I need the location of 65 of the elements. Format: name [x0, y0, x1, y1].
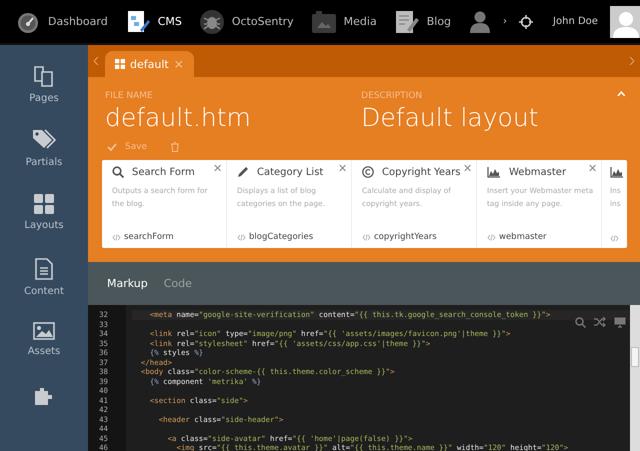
search-icon[interactable] [575, 317, 586, 328]
crosshair-icon[interactable] [519, 14, 534, 28]
sidebar-item[interactable]: Layouts [0, 194, 88, 258]
camera-icon [312, 10, 336, 32]
editor-tab[interactable]: Markup [107, 277, 148, 290]
file-tab[interactable]: default × [105, 51, 194, 77]
area-chart-icon [487, 166, 501, 178]
chevron-icon[interactable]: › [503, 16, 508, 27]
editor-tab[interactable]: Code [164, 277, 192, 290]
nav-item[interactable]: OctoSentry [200, 10, 294, 34]
component-alias: webmaster [499, 232, 547, 242]
description-field[interactable]: Default layout [361, 103, 618, 132]
sidebar-item[interactable]: Content [0, 258, 88, 322]
bug-icon [200, 10, 224, 34]
code-icon [237, 234, 246, 240]
component-alias: searchForm [124, 232, 174, 242]
scrollbar[interactable] [630, 305, 640, 451]
component-title: Search Form [132, 166, 195, 178]
document-pencil-icon [126, 10, 150, 34]
user-name[interactable]: John Doe [553, 16, 598, 27]
collapse-icon[interactable] [617, 91, 626, 97]
tag-icon [32, 129, 56, 152]
field-label: DESCRIPTION [361, 91, 424, 101]
area-chart-icon [610, 166, 624, 178]
sidebar-item[interactable]: Partials [0, 129, 88, 194]
user-icon[interactable] [469, 10, 492, 32]
component-title: Webmaster [509, 166, 566, 178]
nav-item[interactable]: CMS [126, 10, 182, 34]
check-icon [107, 143, 117, 151]
nav-item[interactable]: Dashboard [16, 10, 108, 32]
gauge-icon [16, 10, 40, 32]
copyright-icon [362, 166, 374, 178]
notepad-pencil-icon [394, 10, 419, 34]
file-name-field[interactable]: default.htm [105, 103, 362, 132]
sidebar-item[interactable]: Assets [0, 322, 88, 387]
code-icon [487, 234, 496, 240]
pages-icon [33, 65, 55, 87]
component-alias: copyrightYears [374, 232, 437, 242]
image-icon [33, 322, 55, 340]
field-label: FILE NAME [105, 91, 154, 101]
nav-item[interactable]: Media [312, 10, 377, 32]
shuffle-icon[interactable] [594, 317, 606, 327]
monitor-icon[interactable] [614, 317, 626, 328]
code-icon [362, 234, 371, 240]
component-alias: blogCategories [249, 232, 314, 242]
close-button[interactable]: ✕ [463, 162, 472, 175]
component-title: Category List [257, 166, 324, 178]
puzzle-icon [34, 386, 54, 405]
avatar[interactable] [610, 6, 640, 38]
left-chevron-icon[interactable] [94, 57, 99, 65]
close-button[interactable]: ✕ [588, 162, 597, 175]
code-icon [112, 234, 121, 240]
search-icon [112, 166, 124, 178]
grid-icon [34, 194, 54, 214]
sidebar-item[interactable]: Pages [0, 65, 88, 130]
close-button[interactable]: ✕ [213, 162, 222, 175]
component-title: Copyright Years [382, 166, 460, 178]
document-icon [35, 258, 53, 280]
code-editor[interactable] [88, 305, 640, 451]
grid-icon [115, 59, 125, 69]
code-icon [610, 235, 619, 242]
close-button[interactable]: ✕ [338, 162, 347, 175]
pencil-icon [237, 166, 249, 178]
nav-item[interactable]: Blog [394, 10, 452, 34]
right-chevron-icon[interactable] [629, 57, 634, 65]
